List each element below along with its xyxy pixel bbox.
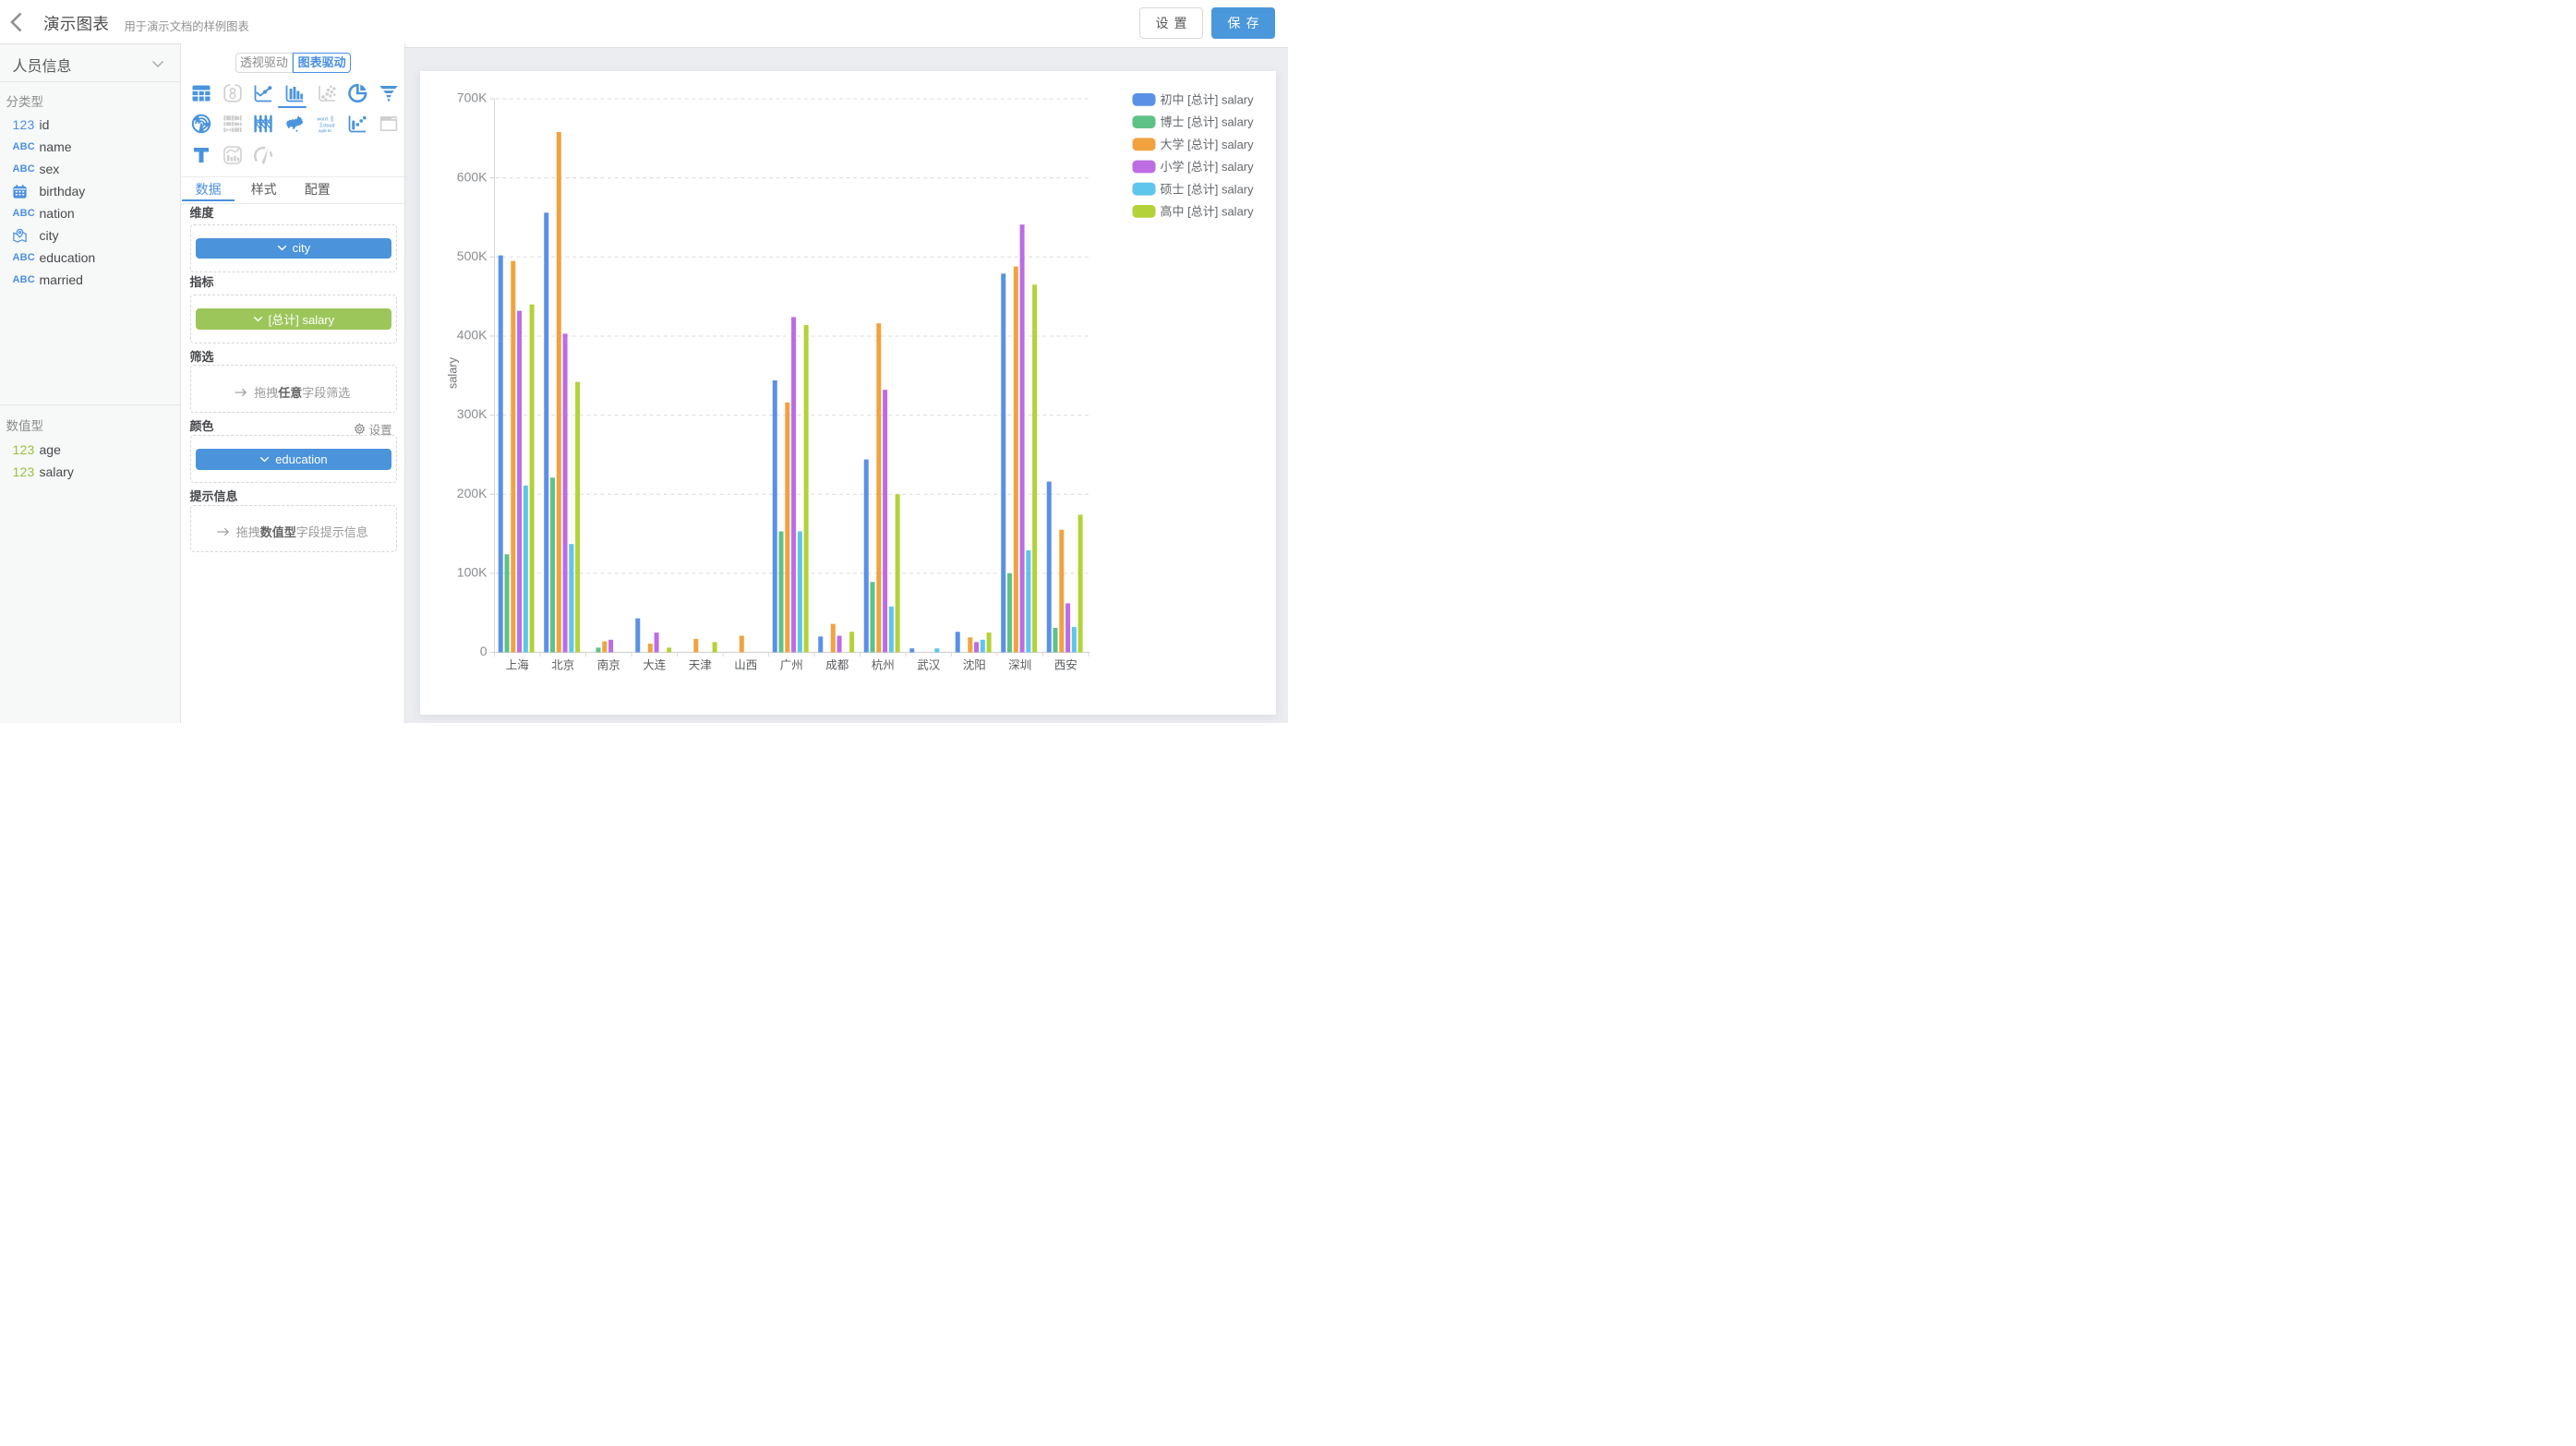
- svg-text:大连: 大连: [643, 658, 667, 672]
- svg-text:南京: 南京: [597, 658, 620, 672]
- svg-text:700K: 700K: [457, 90, 488, 105]
- svg-text:博士 [总计] salary: 博士 [总计] salary: [1161, 115, 1255, 129]
- svg-text:0: 0: [480, 644, 488, 658]
- svg-text:天津: 天津: [689, 659, 712, 672]
- svg-text:100K: 100K: [457, 564, 488, 579]
- svg-text:word: word: [317, 117, 327, 123]
- svg-text:上海: 上海: [506, 658, 530, 672]
- svg-text:600K: 600K: [457, 169, 488, 184]
- svg-text:沈阳: 沈阳: [963, 658, 986, 672]
- svg-text:山西: 山西: [734, 659, 757, 672]
- svg-text:成都: 成都: [825, 659, 849, 672]
- svg-text:小学 [总计] salary: 小学 [总计] salary: [1161, 160, 1255, 174]
- svg-text:北京: 北京: [551, 659, 574, 672]
- svg-text:西安: 西安: [1054, 658, 1077, 672]
- svg-text:大学 [总计] salary: 大学 [总计] salary: [1161, 138, 1255, 151]
- svg-text:salary: salary: [446, 356, 460, 389]
- svg-text:杭州: 杭州: [872, 658, 895, 672]
- svg-text:广州: 广州: [780, 659, 803, 672]
- svg-text:agile Bi: agile Bi: [319, 128, 331, 133]
- svg-text:500K: 500K: [457, 248, 488, 263]
- svg-text:签: 签: [331, 117, 333, 122]
- svg-text:高中 [总计] salary: 高中 [总计] salary: [1161, 205, 1255, 219]
- svg-text:武汉: 武汉: [917, 659, 941, 672]
- svg-text:400K: 400K: [457, 328, 488, 343]
- svg-text:硕士 [总计] salary: 硕士 [总计] salary: [1161, 182, 1255, 196]
- svg-text:深圳: 深圳: [1008, 659, 1031, 672]
- svg-text:初中 [总计] salary: 初中 [总计] salary: [1161, 93, 1255, 107]
- svg-text:200K: 200K: [457, 486, 488, 500]
- svg-text:300K: 300K: [457, 406, 488, 421]
